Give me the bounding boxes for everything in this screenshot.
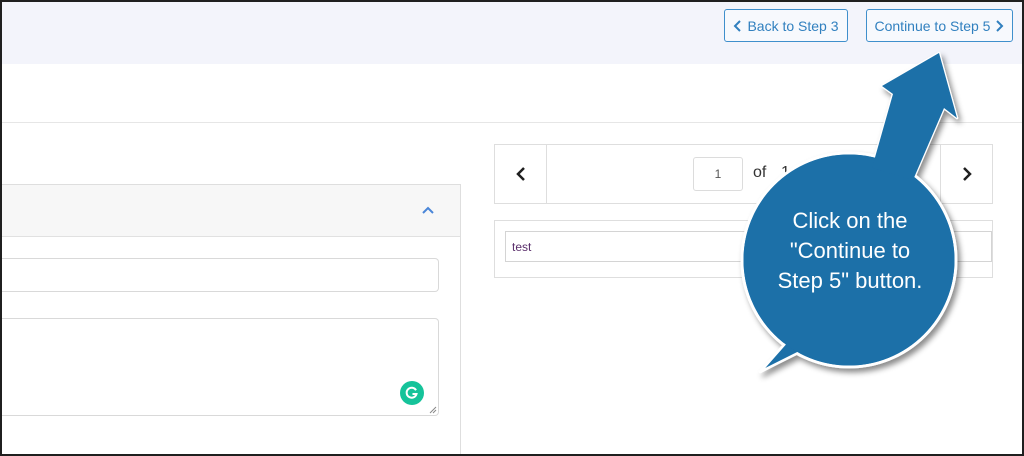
callout-line-2: "Continue to (789, 238, 911, 263)
callout-line-1: Click on the (792, 208, 908, 233)
callout-text: Click on the "Continue to Step 5" button… (750, 206, 950, 296)
callout-line-3: Step 5" button. (777, 268, 923, 293)
callout-arrow-fill (872, 53, 957, 180)
